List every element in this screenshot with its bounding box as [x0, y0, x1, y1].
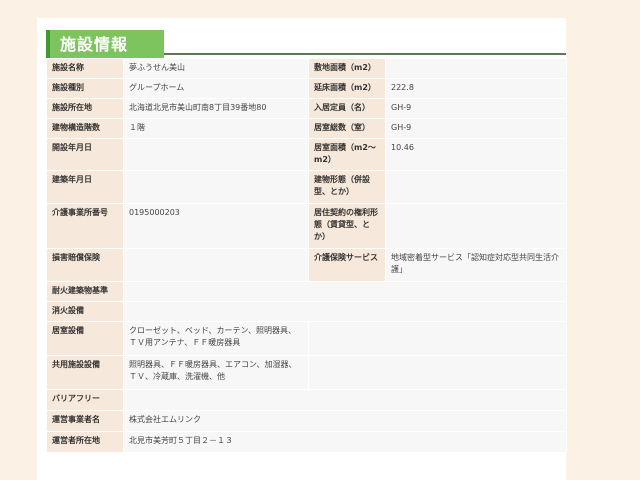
cell-label: 居室総数（室） — [308, 118, 386, 139]
table-row: 消火設備 — [46, 301, 567, 322]
cell-value: 株式会社エムリンク — [123, 410, 567, 432]
cell-label: 居室面積（m2～m2） — [308, 138, 386, 171]
cell-label: 建物形態（併設型、とか） — [308, 170, 386, 204]
cell-value — [385, 58, 567, 79]
table-row: 耐火建築物基準 — [46, 281, 567, 302]
cell-label: 居室設備 — [46, 321, 124, 356]
table-row: 運営者所在地 北見市美芳町５丁目２－１３ — [46, 431, 567, 453]
cell-label: 延床面積（m2） — [308, 78, 386, 99]
section-heading-row: 施設情報 — [46, 30, 566, 60]
cell-value — [123, 248, 309, 282]
table-row: 損害賠償保険 介護保険サービス 地域密着型サービス「認知症対応型共同生活介護」 — [46, 248, 567, 282]
cell-label: 介護保険サービス — [308, 248, 386, 282]
cell-label: 耐火建築物基準 — [46, 281, 124, 302]
cell-value — [123, 301, 567, 322]
cell-label: 施設種別 — [46, 78, 124, 99]
cell-label: 建築年月日 — [46, 170, 124, 204]
cell-label: 開設年月日 — [46, 138, 124, 171]
table-row: 建物構造階数 １階 居室総数（室） GH-9 — [46, 118, 567, 139]
cell-value-empty — [308, 321, 567, 356]
cell-label: 共用施設設備 — [46, 355, 124, 390]
cell-label: 消火設備 — [46, 301, 124, 322]
facility-info-table: 施設名称 夢ふうせん美山 敷地面積（m2） 施設種別 グループホーム 延床面積（… — [46, 58, 567, 453]
cell-value — [123, 170, 309, 204]
cell-value — [123, 138, 309, 171]
cell-label: 建物構造階数 — [46, 118, 124, 139]
cell-value: 10.46 — [385, 138, 567, 171]
table-row: 施設所在地 北海道北見市美山町南8丁目39番地80 入居定員（名） GH-9 — [46, 98, 567, 119]
cell-label: 運営者所在地 — [46, 431, 124, 453]
table-row: 居室設備 クローゼット、ベッド、カーテン、照明器具、ＴＶ用アンテナ、ＦＦ暖房器具 — [46, 321, 567, 356]
cell-value: 222.8 — [385, 78, 567, 99]
cell-value: 0195000203 — [123, 203, 309, 249]
table-row: 介護事業所番号 0195000203 居住契約の権利形態（賃貸型、とか） — [46, 203, 567, 249]
cell-value — [385, 203, 567, 249]
table-row: バリアフリー — [46, 389, 567, 411]
cell-label: バリアフリー — [46, 389, 124, 411]
cell-label: 運営事業者名 — [46, 410, 124, 432]
cell-value: グループホーム — [123, 78, 309, 99]
cell-value: １階 — [123, 118, 309, 139]
cell-value: クローゼット、ベッド、カーテン、照明器具、ＴＶ用アンテナ、ＦＦ暖房器具 — [123, 321, 309, 356]
cell-value — [385, 170, 567, 204]
cell-label: 介護事業所番号 — [46, 203, 124, 249]
cell-label: 居住契約の権利形態（賃貸型、とか） — [308, 203, 386, 249]
cell-label: 施設名称 — [46, 58, 124, 79]
cell-value: 照明器具、ＦＦ暖房器具、エアコン、加湿器、ＴＶ、冷蔵庫、洗濯機、他 — [123, 355, 309, 390]
cell-value: 夢ふうせん美山 — [123, 58, 309, 79]
cell-value: 北見市美芳町５丁目２－１３ — [123, 431, 567, 453]
cell-value: 北海道北見市美山町南8丁目39番地80 — [123, 98, 309, 119]
cell-label: 施設所在地 — [46, 98, 124, 119]
table-row: 運営事業者名 株式会社エムリンク — [46, 410, 567, 432]
table-row: 施設名称 夢ふうせん美山 敷地面積（m2） — [46, 58, 567, 79]
cell-value-empty — [308, 355, 567, 390]
cell-label: 損害賠償保険 — [46, 248, 124, 282]
table-row: 共用施設設備 照明器具、ＦＦ暖房器具、エアコン、加湿器、ＴＶ、冷蔵庫、洗濯機、他 — [46, 355, 567, 390]
cell-value — [123, 389, 567, 411]
table-row: 開設年月日 居室面積（m2～m2） 10.46 — [46, 138, 567, 171]
cell-value — [123, 281, 567, 302]
cell-label: 敷地面積（m2） — [308, 58, 386, 79]
cell-value: GH-9 — [385, 118, 567, 139]
facility-info-panel: 施設情報 施設名称 夢ふうせん美山 敷地面積（m2） 施設種別 グループホーム … — [37, 18, 567, 480]
table-row: 施設種別 グループホーム 延床面積（m2） 222.8 — [46, 78, 567, 99]
heading-divider — [164, 53, 566, 55]
cell-label: 入居定員（名） — [308, 98, 386, 119]
cell-value: 地域密着型サービス「認知症対応型共同生活介護」 — [385, 248, 567, 282]
cell-value: GH-9 — [385, 98, 567, 119]
section-title: 施設情報 — [46, 30, 164, 60]
table-row: 建築年月日 建物形態（併設型、とか） — [46, 170, 567, 204]
